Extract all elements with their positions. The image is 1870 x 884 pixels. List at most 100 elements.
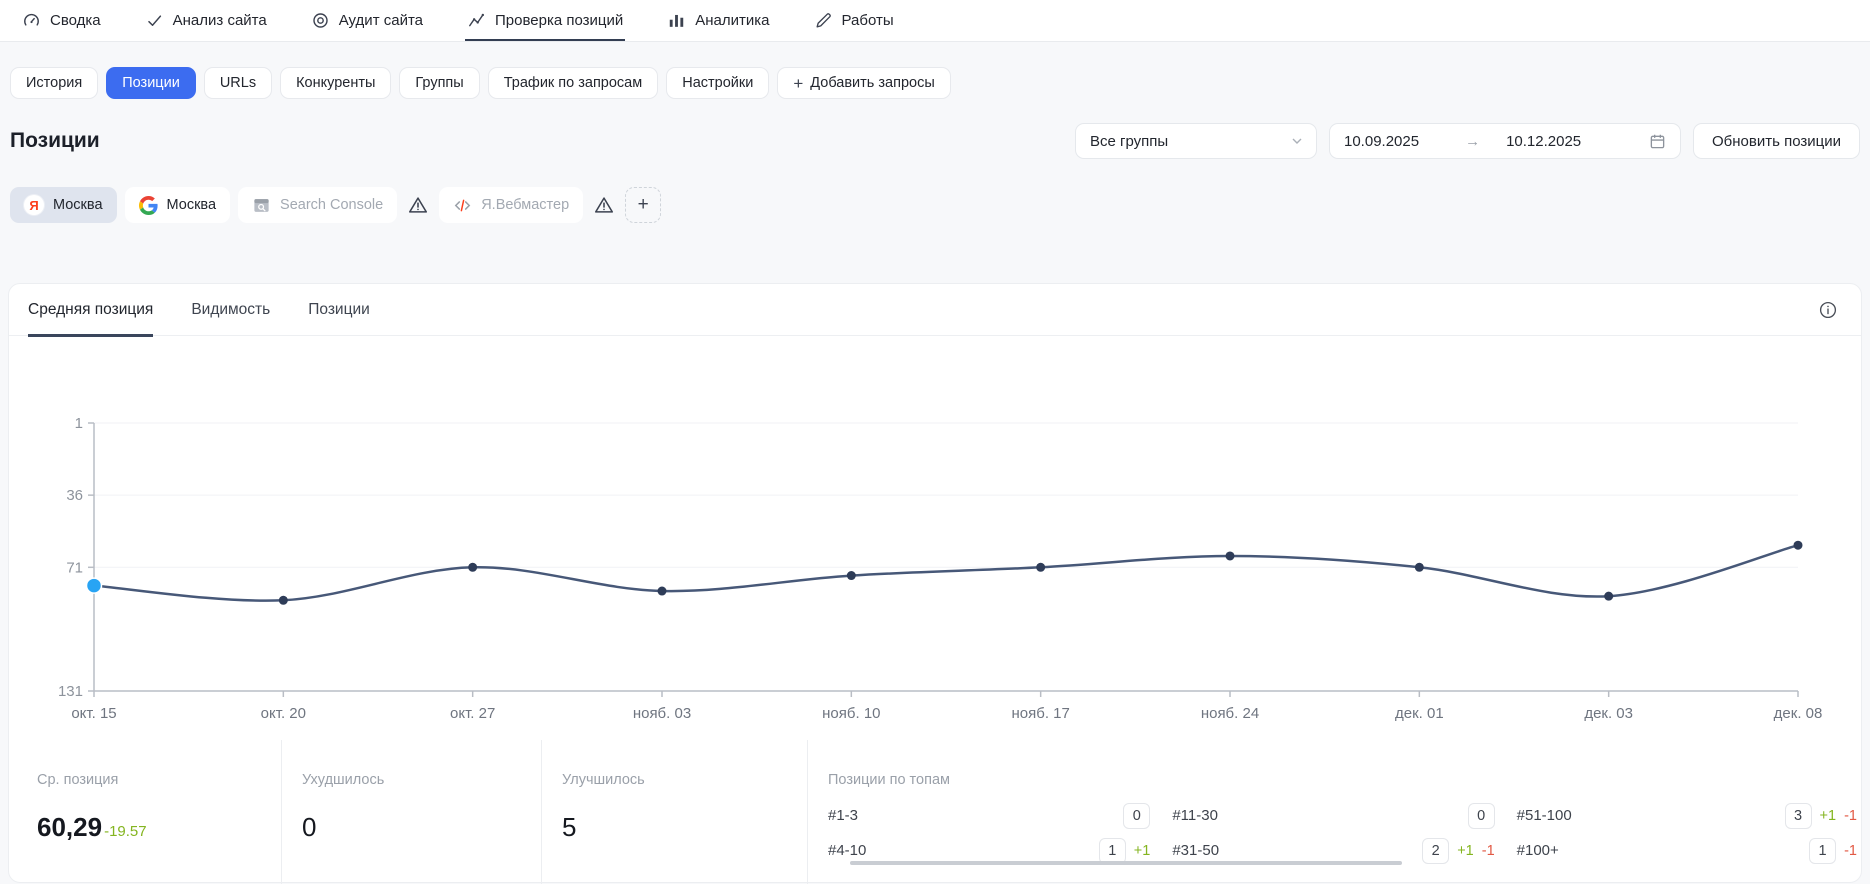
add-engine-button[interactable]: +	[625, 187, 661, 223]
group-select-value: Все группы	[1090, 133, 1168, 150]
date-from-value: 10.09.2025	[1344, 133, 1419, 150]
tab-competitors[interactable]: Конкуренты	[280, 67, 391, 99]
top-count: 1	[1099, 838, 1126, 864]
chart-tab-visibility[interactable]: Видимость	[191, 284, 270, 336]
tab-label: URLs	[220, 75, 256, 91]
group-select[interactable]: Все группы	[1075, 123, 1317, 159]
top-delta-up: +1	[1134, 843, 1151, 859]
chart-tab-average-position[interactable]: Средняя позиция	[28, 284, 153, 336]
top-range-item-51-100: #51-100 3 +1 -1	[1517, 802, 1861, 829]
tab-urls[interactable]: URLs	[204, 67, 272, 99]
date-range-picker[interactable]: 10.09.2025 → 10.12.2025	[1329, 123, 1681, 159]
chart-tab-label: Средняя позиция	[28, 301, 153, 319]
tab-groups[interactable]: Группы	[399, 67, 479, 99]
stat-value: 60,29	[37, 812, 102, 843]
horizontal-scrollbar-thumb[interactable]	[850, 861, 1402, 865]
top-range-label: #31-50	[1172, 842, 1219, 859]
engine-tag-google-moscow[interactable]: Москва	[125, 187, 231, 223]
tab-label: История	[26, 75, 82, 91]
arrow-right-icon: →	[1465, 133, 1480, 150]
nav-item-site-analysis[interactable]: Анализ сайта	[145, 0, 267, 41]
top-range-item-31-50: #31-50 2 +1 -1	[1172, 837, 1516, 864]
nav-item-analytics[interactable]: Аналитика	[667, 0, 769, 41]
warning-icon[interactable]	[593, 194, 615, 216]
gauge-icon	[22, 11, 41, 30]
tab-settings[interactable]: Настройки	[666, 67, 769, 99]
top-range-item-11-30: #11-30 0	[1172, 802, 1516, 829]
search-engine-tags: Я Москва Москва Search Console Я.Вебмаст…	[0, 159, 1870, 223]
bar-chart-icon	[667, 11, 686, 30]
tab-query-traffic[interactable]: Трафик по запросам	[488, 67, 659, 99]
top-delta-up: +1	[1820, 808, 1837, 824]
svg-text:дек. 03: дек. 03	[1584, 705, 1633, 722]
top-range-item-100plus: #100+ 1 -1	[1517, 837, 1861, 864]
warning-icon[interactable]	[407, 194, 429, 216]
engine-tag-label: Москва	[167, 197, 217, 213]
engine-tag-search-console[interactable]: Search Console	[238, 187, 397, 223]
positions-chart-card: Средняя позиция Видимость Позиции 136711…	[8, 283, 1862, 883]
page-title: Позиции	[10, 129, 100, 153]
tab-positions[interactable]: Позиции	[106, 67, 196, 99]
stat-value: 5	[562, 812, 576, 843]
stat-label: Улучшилось	[562, 772, 807, 788]
tab-label: Настройки	[682, 75, 753, 91]
avg-position-chart[interactable]: 13671131окт. 15окт. 20окт. 27нояб. 03ноя…	[9, 348, 1861, 728]
average-position-chart-area[interactable]: 13671131окт. 15окт. 20окт. 27нояб. 03ноя…	[9, 336, 1861, 728]
top-delta-down: -1	[1482, 843, 1495, 859]
nav-item-label: Проверка позиций	[495, 12, 623, 29]
chart-tabs: Средняя позиция Видимость Позиции	[9, 284, 1861, 336]
line-chart-icon	[467, 11, 486, 30]
add-queries-button[interactable]: + Добавить запросы	[777, 67, 950, 99]
tab-label: Группы	[415, 75, 463, 91]
svg-text:дек. 08: дек. 08	[1774, 705, 1823, 722]
add-queries-label: Добавить запросы	[810, 75, 934, 91]
nav-item-site-audit[interactable]: Аудит сайта	[311, 0, 423, 41]
engine-tag-yandex-moscow[interactable]: Я Москва	[10, 187, 117, 223]
page-header: Позиции Все группы 10.09.2025 → 10.12.20…	[0, 99, 1870, 159]
tab-label: Трафик по запросам	[504, 75, 643, 91]
search-console-icon	[252, 196, 271, 215]
stat-value: 0	[302, 812, 316, 843]
info-icon[interactable]	[1819, 301, 1837, 319]
engine-tag-label: Search Console	[280, 197, 383, 213]
svg-text:нояб. 10: нояб. 10	[822, 705, 880, 722]
header-controls: Все группы 10.09.2025 → 10.12.2025 Обнов…	[1075, 123, 1860, 159]
nav-item-position-check[interactable]: Проверка позиций	[467, 0, 623, 41]
top-count: 2	[1422, 838, 1449, 864]
stat-label: Ухудшилось	[302, 772, 541, 788]
nav-item-label: Анализ сайта	[173, 12, 267, 29]
yandex-icon: Я	[24, 195, 44, 215]
stat-improved: Улучшилось 5	[541, 740, 807, 884]
stat-label: Ср. позиция	[37, 772, 281, 788]
chart-tab-positions[interactable]: Позиции	[308, 284, 370, 336]
top-delta-up: +1	[1457, 843, 1474, 859]
top-count: 0	[1468, 803, 1495, 829]
svg-text:окт. 27: окт. 27	[450, 705, 495, 722]
svg-text:дек. 01: дек. 01	[1395, 705, 1444, 722]
top-navigation: Сводка Анализ сайта Аудит сайта Проверка…	[0, 0, 1870, 42]
update-positions-button[interactable]: Обновить позиции	[1693, 123, 1860, 159]
top-range-item-4-10: #4-10 1 +1	[828, 837, 1172, 864]
top-count: 1	[1809, 838, 1836, 864]
stat-delta: -19.57	[104, 823, 147, 840]
svg-text:окт. 15: окт. 15	[71, 705, 116, 722]
svg-text:нояб. 24: нояб. 24	[1201, 705, 1259, 722]
chart-tab-label: Видимость	[191, 301, 270, 319]
svg-text:нояб. 17: нояб. 17	[1011, 705, 1069, 722]
nav-item-summary[interactable]: Сводка	[22, 0, 101, 41]
top-range-item-1-3: #1-3 0	[828, 802, 1172, 829]
top-count: 0	[1123, 803, 1150, 829]
pencil-icon	[814, 11, 833, 30]
top-delta-down: -1	[1844, 808, 1857, 824]
nav-item-works[interactable]: Работы	[814, 0, 894, 41]
plus-icon: +	[793, 75, 803, 92]
chart-tab-label: Позиции	[308, 301, 370, 319]
top-range-label: #100+	[1517, 842, 1559, 859]
tab-history[interactable]: История	[10, 67, 98, 99]
nav-item-label: Аналитика	[695, 12, 769, 29]
svg-text:131: 131	[58, 683, 83, 700]
engine-tag-label: Я.Вебмастер	[481, 197, 569, 213]
date-to-value: 10.12.2025	[1506, 133, 1581, 150]
engine-tag-webmaster[interactable]: Я.Вебмастер	[439, 187, 583, 223]
engine-tag-label: Москва	[53, 197, 103, 213]
